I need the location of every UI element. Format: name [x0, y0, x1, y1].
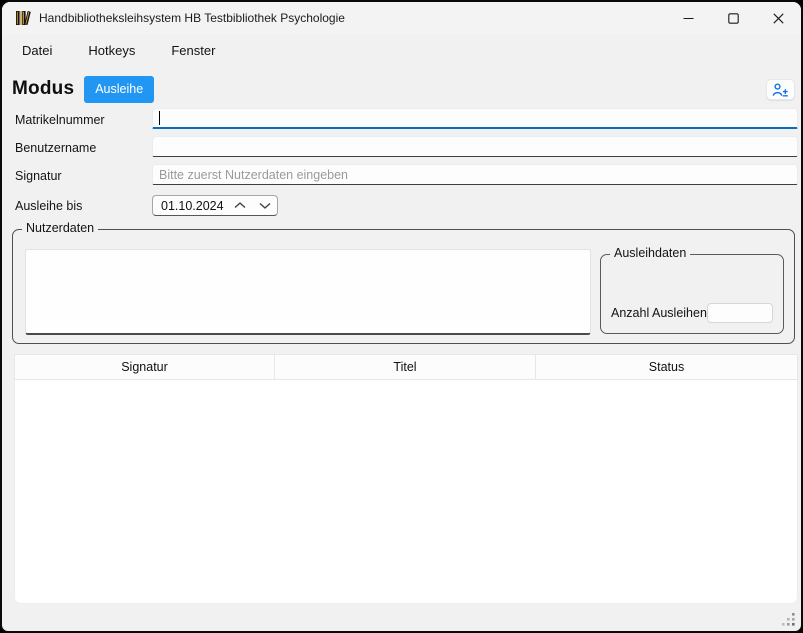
anzahl-ausleihen-label: Anzahl Ausleihen	[611, 306, 707, 320]
window-controls	[666, 2, 801, 34]
column-header-signatur[interactable]: Signatur	[15, 355, 275, 379]
label-signatur: Signatur	[15, 166, 62, 186]
column-header-titel[interactable]: Titel	[275, 355, 536, 379]
table-header-row: Signatur Titel Status	[14, 354, 798, 380]
nutzerdaten-group-label: Nutzerdaten	[22, 221, 98, 235]
maximize-button[interactable]	[711, 2, 756, 34]
mode-title: Modus	[12, 78, 74, 100]
mode-row: Modus Ausleihe	[12, 74, 154, 104]
close-icon	[773, 13, 784, 24]
label-ausleihe-bis: Ausleihe bis	[15, 196, 82, 216]
menu-bar: Datei Hotkeys Fenster	[2, 35, 801, 65]
signatur-input[interactable]: Bitte zuerst Nutzerdaten eingeben	[152, 164, 798, 185]
menu-item-hotkeys[interactable]: Hotkeys	[86, 40, 137, 61]
menu-item-datei[interactable]: Datei	[20, 40, 54, 61]
matrikelnummer-input[interactable]	[152, 108, 798, 129]
mode-ausleihe-button[interactable]: Ausleihe	[84, 76, 154, 103]
add-user-button[interactable]	[766, 79, 795, 100]
anzahl-ausleihen-row: Anzahl Ausleihen	[611, 303, 773, 323]
nutzerdaten-textarea[interactable]	[25, 249, 591, 335]
minimize-icon	[683, 13, 694, 24]
books-app-icon	[13, 8, 33, 28]
signatur-placeholder: Bitte zuerst Nutzerdaten eingeben	[159, 168, 348, 182]
label-benutzername: Benutzername	[15, 138, 96, 158]
column-header-status[interactable]: Status	[536, 355, 797, 379]
date-stepper-up-icon[interactable]	[234, 202, 246, 209]
title-bar: Handbibliotheksleihsystem HB Testbibliot…	[2, 2, 801, 34]
minimize-button[interactable]	[666, 2, 711, 34]
person-add-icon	[772, 83, 789, 97]
label-matrikelnummer: Matrikelnummer	[15, 110, 105, 130]
ausleihdaten-group-label: Ausleihdaten	[610, 246, 690, 260]
date-stepper-down-icon[interactable]	[259, 202, 271, 209]
menu-item-fenster[interactable]: Fenster	[169, 40, 217, 61]
anzahl-ausleihen-input[interactable]	[707, 303, 773, 323]
ausleihe-bis-date-input[interactable]: 01.10.2024	[152, 195, 278, 216]
maximize-icon	[728, 13, 739, 24]
app-window: Handbibliotheksleihsystem HB Testbibliot…	[0, 0, 803, 633]
nutzerdaten-groupbox: Nutzerdaten Ausleihdaten Anzahl Ausleihe…	[12, 229, 795, 344]
benutzername-input[interactable]	[152, 136, 798, 157]
ausleihdaten-groupbox: Ausleihdaten Anzahl Ausleihen	[600, 254, 784, 334]
date-value: 01.10.2024	[161, 199, 224, 213]
loans-table-body[interactable]	[14, 380, 798, 604]
window-title: Handbibliotheksleihsystem HB Testbibliot…	[39, 11, 345, 25]
date-stepper	[234, 202, 271, 209]
text-caret	[159, 111, 160, 125]
close-button[interactable]	[756, 2, 801, 34]
resize-grip-icon[interactable]	[780, 611, 796, 627]
